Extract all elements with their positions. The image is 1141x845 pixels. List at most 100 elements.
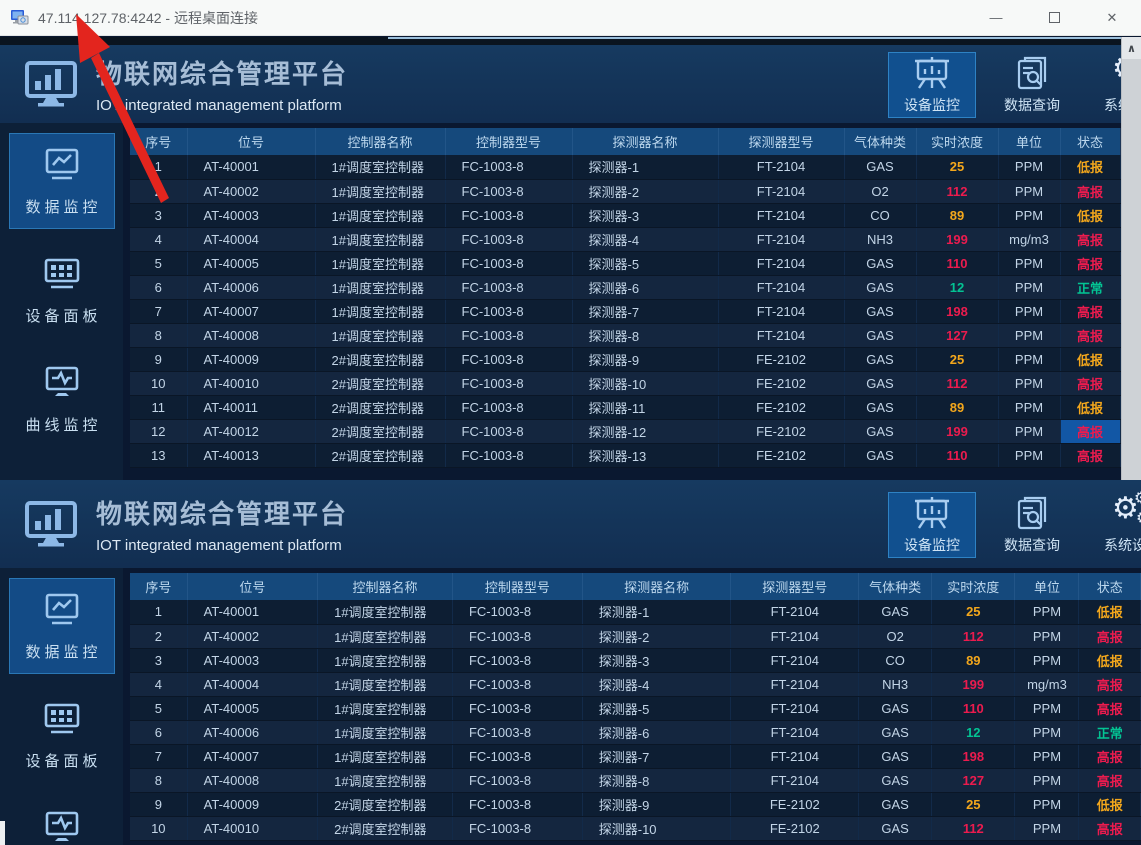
column-header: 探测器名称 (572, 128, 718, 155)
table-row[interactable]: 6AT-400061#调度室控制器FC-1003-8探测器-6FT-2104GA… (130, 720, 1141, 744)
maximize-button[interactable] (1025, 0, 1083, 36)
cell-value: 112 (932, 816, 1015, 840)
nav-label: 数据查询 (1004, 95, 1060, 115)
cell-gas: CO (859, 648, 932, 672)
page-subtitle: IOT integrated management platform (96, 537, 348, 554)
device-panel-icon (41, 256, 83, 296)
table-row[interactable]: 7AT-400071#调度室控制器FC-1003-8探测器-7FT-2104GA… (130, 744, 1141, 768)
sidebar-item-device-panel[interactable]: 设备面板 (9, 687, 115, 783)
sidebar-item-data-monitor[interactable]: 数据监控 (9, 578, 115, 674)
table-row[interactable]: 8AT-400081#调度室控制器FC-1003-8探测器-8FT-2104GA… (130, 768, 1141, 792)
cell-value: 199 (932, 672, 1015, 696)
cell-no: 6 (130, 720, 187, 744)
minimize-button[interactable]: — (967, 0, 1025, 36)
device-monitor-icon (912, 496, 952, 530)
scrollbar-up-button[interactable]: ∧ (1122, 37, 1141, 59)
cell-controller: 1#调度室控制器 (315, 251, 445, 275)
table-row[interactable]: 4AT-400041#调度室控制器FC-1003-8探测器-4FT-2104NH… (130, 227, 1120, 251)
cell-controller: 2#调度室控制器 (315, 443, 445, 467)
cell-gas: GAS (859, 792, 932, 816)
table-row[interactable]: 3AT-400031#调度室控制器FC-1003-8探测器-3FT-2104CO… (130, 648, 1141, 672)
sidebar-item-curve-monitor[interactable]: 曲线监控 (9, 351, 115, 447)
cell-unit: PPM (998, 155, 1060, 179)
table-row[interactable]: 5AT-400051#调度室控制器FC-1003-8探测器-5FT-2104GA… (130, 251, 1120, 275)
cell-status: 高报 (1079, 672, 1141, 696)
cell-no: 7 (130, 299, 187, 323)
column-header: 探测器型号 (731, 573, 859, 600)
table-row[interactable]: 9AT-400092#调度室控制器FC-1003-8探测器-9FE-2102GA… (130, 347, 1120, 371)
monitor-table: 序号位号控制器名称控制器型号探测器名称探测器型号气体种类实时浓度单位状态1AT-… (130, 573, 1141, 841)
cell-controller_model: FC-1003-8 (445, 323, 572, 347)
vertical-scrollbar[interactable]: ∧ (1121, 37, 1141, 480)
cell-gas: O2 (859, 624, 932, 648)
cell-tag: AT-40011 (187, 395, 315, 419)
cell-status: 正常 (1060, 275, 1120, 299)
cell-value: 199 (916, 227, 998, 251)
top-nav: 设备监控 数据查询 ⚙ ⚙ (888, 492, 1141, 558)
sidebar-item-curve-monitor[interactable]: 曲线监控 (9, 796, 115, 845)
cell-detector_model: FE-2102 (718, 443, 844, 467)
column-header: 序号 (130, 573, 187, 600)
column-header: 控制器名称 (318, 573, 453, 600)
cell-unit: PPM (1015, 816, 1079, 840)
table-row[interactable]: 11AT-400112#调度室控制器FC-1003-8探测器-11FE-2102… (130, 395, 1120, 419)
cell-value: 25 (932, 600, 1015, 624)
cell-no: 4 (130, 672, 187, 696)
cell-tag: AT-40008 (187, 323, 315, 347)
nav-data-query[interactable]: 数据查询 (988, 52, 1076, 118)
table-row[interactable]: 7AT-400071#调度室控制器FC-1003-8探测器-7FT-2104GA… (130, 299, 1120, 323)
top-nav: 设备监控 数据查询 ⚙ ⚙ (888, 52, 1141, 118)
table-row[interactable]: 10AT-400102#调度室控制器FC-1003-8探测器-10FE-2102… (130, 371, 1120, 395)
table-row[interactable]: 1AT-400011#调度室控制器FC-1003-8探测器-1FT-2104GA… (130, 600, 1141, 624)
cell-detector: 探测器-10 (582, 816, 731, 840)
cell-detector: 探测器-8 (582, 768, 731, 792)
table-row[interactable]: 3AT-400031#调度室控制器FC-1003-8探测器-3FT-2104CO… (130, 203, 1120, 227)
column-header: 实时浓度 (932, 573, 1015, 600)
nav-device-monitor[interactable]: 设备监控 (888, 492, 976, 558)
cell-unit: PPM (1015, 600, 1079, 624)
sidebar: 数据监控 设备面板 (0, 123, 123, 480)
table-row[interactable]: 5AT-400051#调度室控制器FC-1003-8探测器-5FT-2104GA… (130, 696, 1141, 720)
system-settings-gear-icon: ⚙ ⚙ ⚙ (1112, 496, 1141, 530)
table-row[interactable]: 12AT-400122#调度室控制器FC-1003-8探测器-12FE-2102… (130, 419, 1120, 443)
monitor-table: 序号位号控制器名称控制器型号探测器名称探测器型号气体种类实时浓度单位状态1AT-… (130, 128, 1121, 468)
sidebar-item-data-monitor[interactable]: 数据监控 (9, 133, 115, 229)
cell-gas: GAS (859, 816, 932, 840)
cell-controller_model: FC-1003-8 (445, 299, 572, 323)
cell-controller: 1#调度室控制器 (315, 323, 445, 347)
table-row[interactable]: 8AT-400081#调度室控制器FC-1003-8探测器-8FT-2104GA… (130, 323, 1120, 347)
cell-detector: 探测器-6 (572, 275, 718, 299)
cell-controller: 2#调度室控制器 (315, 371, 445, 395)
column-header: 探测器型号 (718, 128, 844, 155)
table-row[interactable]: 1AT-400011#调度室控制器FC-1003-8探测器-1FT-2104GA… (130, 155, 1120, 179)
table-row[interactable]: 2AT-400021#调度室控制器FC-1003-8探测器-2FT-2104O2… (130, 624, 1141, 648)
cell-no: 3 (130, 203, 187, 227)
sidebar-item-device-panel[interactable]: 设备面板 (9, 242, 115, 338)
cell-gas: GAS (844, 371, 916, 395)
table-row[interactable]: 6AT-400061#调度室控制器FC-1003-8探测器-6FT-2104GA… (130, 275, 1120, 299)
curve-monitor-icon (41, 810, 83, 845)
curve-monitor-icon (41, 365, 83, 405)
cell-unit: PPM (1015, 744, 1079, 768)
cell-unit: PPM (998, 347, 1060, 371)
cell-no: 8 (130, 768, 187, 792)
table-row[interactable]: 13AT-400132#调度室控制器FC-1003-8探测器-13FE-2102… (130, 443, 1120, 467)
nav-system-settings[interactable]: ⚙ ⚙ ⚙ 系统设置 (1088, 492, 1141, 558)
nav-device-monitor[interactable]: 设备监控 (888, 52, 976, 118)
close-button[interactable]: ✕ (1083, 0, 1141, 36)
table-row[interactable]: 2AT-400021#调度室控制器FC-1003-8探测器-2FT-2104O2… (130, 179, 1120, 203)
cell-detector: 探测器-7 (572, 299, 718, 323)
nav-data-query[interactable]: 数据查询 (988, 492, 1076, 558)
cell-gas: CO (844, 203, 916, 227)
cell-no: 11 (130, 395, 187, 419)
cell-controller_model: FC-1003-8 (445, 275, 572, 299)
table-row[interactable]: 4AT-400041#调度室控制器FC-1003-8探测器-4FT-2104NH… (130, 672, 1141, 696)
cell-controller: 2#调度室控制器 (315, 395, 445, 419)
window-titlebar[interactable]: 47.114.127.78:4242 - 远程桌面连接 — ✕ (0, 0, 1141, 36)
table-row[interactable]: 9AT-400092#调度室控制器FC-1003-8探测器-9FE-2102GA… (130, 792, 1141, 816)
app-header: 物联网综合管理平台 IOT integrated management plat… (0, 45, 1141, 123)
cell-unit: PPM (1015, 648, 1079, 672)
cell-controller_model: FC-1003-8 (452, 696, 582, 720)
cell-status: 高报 (1079, 744, 1141, 768)
table-row[interactable]: 10AT-400102#调度室控制器FC-1003-8探测器-10FE-2102… (130, 816, 1141, 840)
